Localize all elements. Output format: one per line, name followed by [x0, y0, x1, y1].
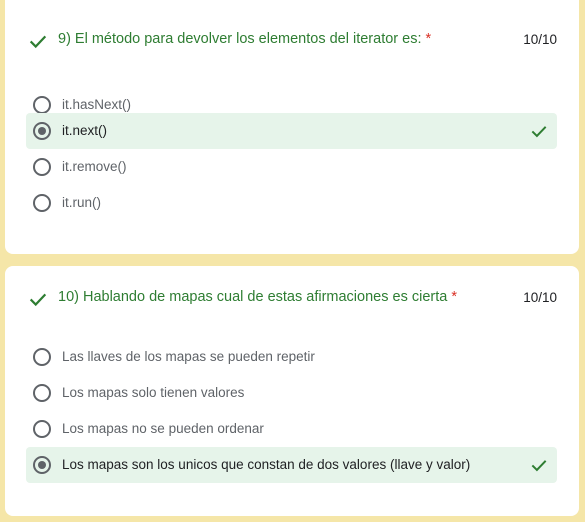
option-row[interactable]: Las llaves de los mapas se pueden repeti… [26, 339, 557, 375]
radio-button[interactable] [33, 158, 51, 176]
option-label: Los mapas son los unicos que constan de … [62, 457, 471, 472]
option-label: Los mapas solo tienen valores [62, 385, 245, 400]
radio-button[interactable] [33, 122, 51, 140]
option-label: it.hasNext() [62, 97, 132, 112]
question-header: 9) El método para devolver los elementos… [27, 26, 557, 56]
radio-button[interactable] [33, 420, 51, 438]
radio-button[interactable] [33, 384, 51, 402]
correct-check-icon [29, 35, 47, 49]
option-label: it.remove() [62, 159, 127, 174]
correct-answer-check-icon [531, 460, 547, 472]
option-label: Las llaves de los mapas se pueden repeti… [62, 349, 315, 364]
radio-button[interactable] [33, 96, 51, 114]
radio-button[interactable] [33, 348, 51, 366]
question-title: 9) El método para devolver los elementos… [58, 31, 432, 47]
option-label: it.next() [62, 123, 108, 138]
radio-button[interactable] [33, 456, 51, 474]
option-row[interactable]: Los mapas solo tienen valores [26, 375, 557, 411]
correct-check-icon [29, 293, 47, 307]
option-label: Los mapas no se pueden ordenar [62, 421, 264, 436]
option-row[interactable]: it.next() [26, 113, 557, 149]
question-card-10: 10) Hablando de mapas cual de estas afir… [5, 266, 579, 516]
question-score: 10/10 [523, 290, 557, 305]
required-asterisk: * [451, 289, 457, 305]
option-row[interactable]: Los mapas no se pueden ordenar [26, 411, 557, 447]
correct-answer-check-icon [531, 126, 547, 138]
question-title: 10) Hablando de mapas cual de estas afir… [58, 289, 457, 305]
option-row[interactable]: it.run() [26, 185, 557, 221]
option-row[interactable]: it.remove() [26, 149, 557, 185]
question-score: 10/10 [523, 32, 557, 47]
option-label: it.run() [62, 195, 102, 210]
option-row[interactable]: Los mapas son los unicos que constan de … [26, 447, 557, 483]
question-card-9: 9) El método para devolver los elementos… [5, 0, 579, 254]
required-asterisk: * [425, 31, 432, 47]
question-header: 10) Hablando de mapas cual de estas afir… [27, 284, 557, 314]
radio-button[interactable] [33, 194, 51, 212]
